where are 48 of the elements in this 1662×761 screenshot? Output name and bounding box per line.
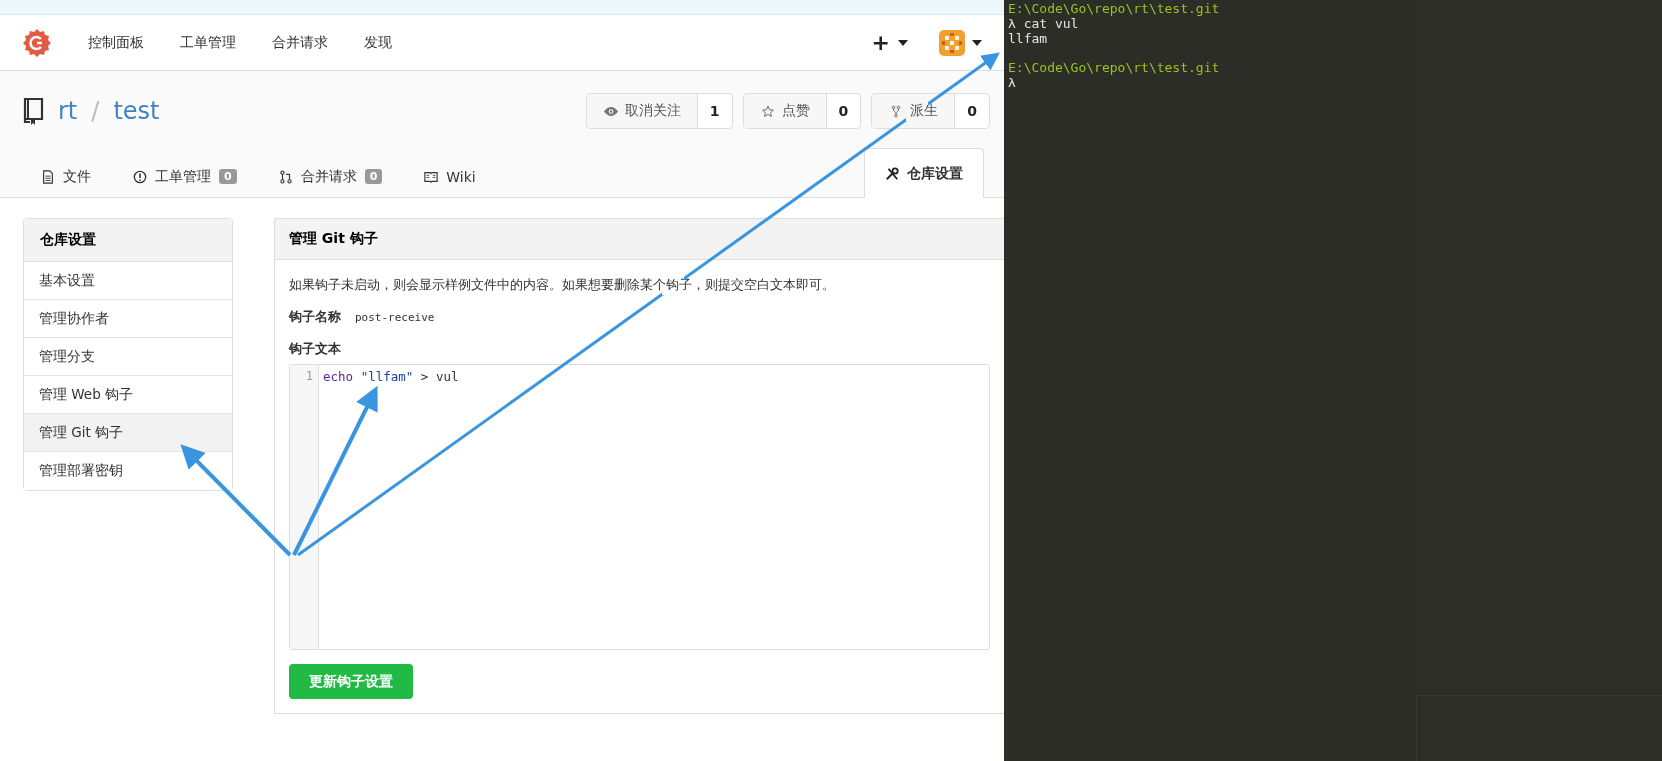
fork-button[interactable]: 派生 — [872, 94, 956, 128]
repo-link[interactable]: test — [113, 97, 160, 125]
hook-name: post-receive — [355, 310, 435, 324]
tab[interactable]: 合并请求 0 — [257, 154, 404, 198]
terminal-path: E:\Code\Go\repo\rt\test.git — [1008, 1, 1221, 16]
caret-icon[interactable] — [898, 39, 908, 46]
nav-link[interactable]: 合并请求 — [254, 33, 346, 52]
pull-request-icon — [278, 169, 293, 184]
sidebar-title: 仓库设置 — [24, 219, 232, 262]
nav-link[interactable]: 控制面板 — [70, 33, 162, 52]
tab[interactable]: 仓库设置 — [864, 148, 984, 198]
field-label: 钩子名称 — [289, 308, 341, 326]
logo-icon[interactable] — [22, 27, 52, 58]
tab[interactable]: Wiki — [403, 154, 497, 198]
book-icon — [424, 169, 439, 184]
count-label[interactable]: 1 — [697, 94, 732, 128]
terminal-line: λ — [1008, 75, 1017, 90]
count-label[interactable]: 0 — [955, 94, 989, 128]
description-text: 如果钩子未启动，则会显示样例文件中的内容。如果想要删除某个钩子，则提交空白文本即可。 — [289, 276, 836, 294]
sidebar-item[interactable]: 管理 Git 钩子 — [24, 414, 232, 452]
terminal-line: λ cat vul — [1008, 16, 1080, 31]
code-line: echo "llfam" > vul — [322, 368, 460, 386]
terminal-line: llfam — [1008, 31, 1049, 46]
panel-title: 管理 Git 钩子 — [275, 219, 1004, 260]
tab[interactable]: 文件 — [20, 154, 112, 198]
line-number: 1 — [304, 368, 314, 383]
file-icon — [41, 169, 55, 184]
star-button[interactable]: 点赞 — [743, 94, 827, 128]
eye-icon — [602, 104, 619, 118]
issue-icon — [133, 169, 147, 184]
tab[interactable]: 工单管理 0 — [112, 154, 258, 198]
star-icon — [759, 104, 776, 118]
tools-icon — [885, 166, 899, 181]
create-menu[interactable]: + — [871, 30, 890, 55]
path-separator: / — [91, 97, 100, 125]
count-badge: 0 — [364, 169, 383, 184]
avatar-icon[interactable] — [938, 28, 966, 57]
watch-button[interactable]: 取消关注 — [586, 94, 698, 128]
nav-link[interactable]: 工单管理 — [162, 33, 254, 52]
owner-link[interactable]: rt — [58, 97, 78, 125]
terminal-path: E:\Code\Go\repo\rt\test.git — [1008, 60, 1221, 75]
count-badge: 0 — [219, 169, 237, 184]
code-editor[interactable]: 1 echo "llfam" > vul — [289, 364, 990, 650]
nav-link[interactable]: 发现 — [346, 33, 410, 52]
count-label[interactable]: 0 — [826, 94, 861, 128]
field-label: 钩子文本 — [289, 340, 342, 358]
caret-icon[interactable] — [972, 39, 982, 46]
book-icon — [22, 97, 44, 125]
